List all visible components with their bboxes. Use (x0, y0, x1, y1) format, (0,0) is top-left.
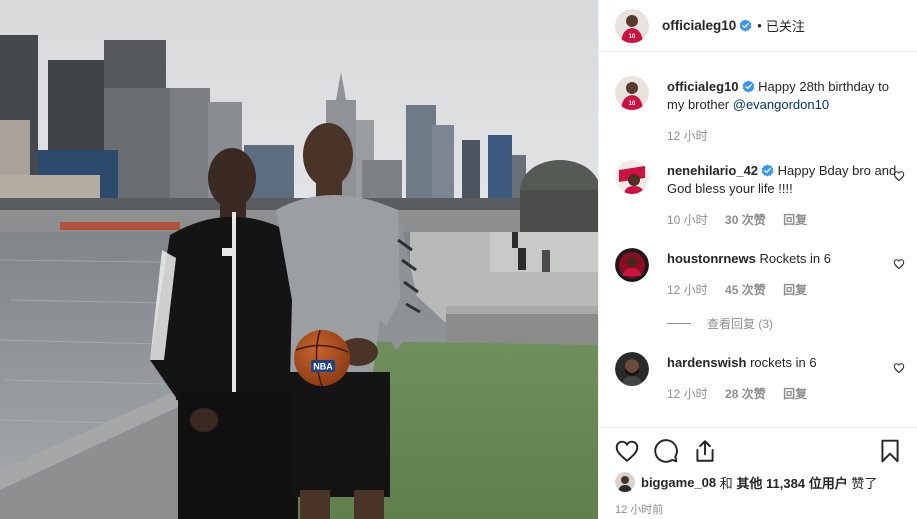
instagram-post: NBA 10 officialeg10 • 已关注 10 officialeg1… (0, 0, 917, 519)
comment-reply-button[interactable]: 回复 (783, 213, 807, 227)
comment-like-heart-icon[interactable] (893, 362, 905, 374)
verified-badge-icon (761, 164, 774, 177)
post-timestamp[interactable]: 12 小时前 (615, 501, 663, 517)
comments-list[interactable]: 10 officialeg10 Happy 28th birthday to m… (599, 52, 917, 427)
comment-icon[interactable] (653, 438, 679, 464)
comment-time[interactable]: 12 小时 (667, 283, 708, 297)
view-replies-button[interactable]: 查看回复 (3) (667, 315, 773, 332)
comment-likes-count[interactable]: 28 次赞 (725, 387, 766, 401)
comment-username[interactable]: hardenswish (667, 355, 746, 370)
comment-avatar[interactable] (615, 248, 649, 282)
comment-likes-count[interactable]: 45 次赞 (725, 283, 766, 297)
comment-time[interactable]: 10 小时 (667, 213, 708, 227)
caption-time[interactable]: 12 小时 (667, 129, 708, 143)
comment-text: rockets in 6 (750, 355, 817, 370)
comment-text-block: nenehilario_42 Happy Bday bro and God bl… (667, 162, 907, 198)
caption-mention-link[interactable]: @evangordon10 (733, 97, 829, 112)
view-replies-line (667, 323, 691, 324)
caption-avatar[interactable]: 10 (615, 76, 649, 110)
post-photo[interactable]: NBA (0, 0, 598, 519)
comment-reply-button[interactable]: 回复 (783, 283, 807, 297)
header-separator: • (757, 18, 762, 33)
author-avatar[interactable]: 10 (615, 8, 649, 43)
comment-avatar[interactable] (615, 352, 649, 386)
svg-text:10: 10 (629, 101, 636, 107)
comment-reply-button[interactable]: 回复 (783, 387, 807, 401)
comment-like-heart-icon[interactable] (893, 258, 905, 270)
caption-text-block: officialeg10 Happy 28th birthday to my b… (667, 78, 907, 114)
comment-like-heart-icon[interactable] (893, 170, 905, 182)
ball-nba-logo: NBA (313, 362, 333, 372)
comment-text-block: hardenswish rockets in 6 (667, 354, 907, 372)
liked-by: biggame_08 和 其他 11,384 位用户 赞了 (615, 472, 877, 492)
heart-icon[interactable] (614, 438, 640, 464)
basketball: NBA (294, 329, 350, 387)
liked-by-username[interactable]: biggame_08 (641, 475, 716, 490)
caption-username[interactable]: officialeg10 (667, 79, 739, 94)
post-side-panel: 10 officialeg10 • 已关注 10 officialeg10 Ha… (598, 0, 917, 519)
liked-by-others-count[interactable]: 其他 11,384 位用户 (736, 473, 847, 492)
svg-text:10: 10 (629, 34, 636, 40)
view-replies-label: 查看回复 (3) (707, 317, 774, 331)
post-photo-image: NBA (0, 0, 598, 519)
comment-username[interactable]: houstonrnews (667, 251, 756, 266)
comment-likes-count[interactable]: 30 次赞 (725, 213, 766, 227)
share-icon[interactable] (692, 438, 718, 464)
follow-status-button[interactable]: 已关注 (766, 16, 805, 35)
comment-avatar[interactable] (615, 160, 649, 194)
liked-by-suffix: 赞了 (851, 475, 878, 491)
verified-badge-icon (742, 80, 754, 93)
verified-badge-icon (739, 19, 752, 32)
comment-text-block: houstonrnews Rockets in 6 (667, 250, 907, 268)
post-actions: biggame_08 和 其他 11,384 位用户 赞了 12 小时前 (599, 427, 917, 519)
comment-meta: 12 小时 45 次赞 回复 (667, 281, 821, 298)
post-header: 10 officialeg10 • 已关注 (599, 0, 917, 52)
comment-time[interactable]: 12 小时 (667, 387, 708, 401)
liked-by-and: 和 (719, 475, 733, 491)
comment-username[interactable]: nenehilario_42 (667, 163, 758, 178)
bookmark-icon[interactable] (877, 438, 903, 464)
comment-meta: 12 小时 28 次赞 回复 (667, 385, 821, 402)
comment-text: Rockets in 6 (759, 251, 832, 266)
comment-meta: 10 小时 30 次赞 回复 (667, 211, 821, 228)
author-username[interactable]: officialeg10 (662, 18, 736, 33)
liked-by-avatar[interactable] (615, 472, 635, 492)
caption-meta: 12 小时 (667, 127, 722, 144)
